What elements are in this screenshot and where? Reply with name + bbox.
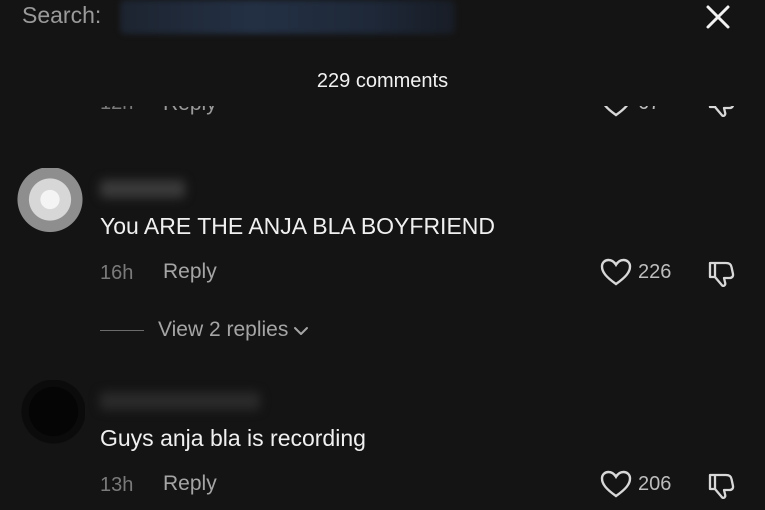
comment-text: You ARE THE ANJA BLA BOYFRIEND bbox=[100, 213, 496, 239]
like-count: 67 bbox=[638, 106, 660, 115]
like-count: 226 bbox=[638, 261, 672, 283]
avatar[interactable] bbox=[15, 168, 85, 238]
chevron-down-icon bbox=[294, 327, 309, 335]
search-label: Search: bbox=[22, 2, 102, 28]
clipped-comment-actions: 12h Reply 67 bbox=[0, 106, 765, 128]
comment-time: 13h bbox=[100, 474, 134, 496]
divider bbox=[100, 329, 144, 331]
reply-button[interactable]: Reply bbox=[163, 472, 217, 496]
thumbs-down-icon[interactable] bbox=[706, 470, 736, 500]
close-button[interactable] bbox=[703, 2, 733, 32]
comment-time: 16h bbox=[100, 262, 134, 284]
comment-text: Guys anja bla is recording bbox=[100, 425, 366, 451]
comments-panel: Search: 229 comments 12h Reply 67 You AR… bbox=[0, 0, 765, 510]
search-input[interactable] bbox=[120, 0, 455, 34]
close-icon bbox=[706, 5, 730, 29]
view-replies-label: View 2 replies bbox=[158, 318, 289, 341]
comment-time: 12h bbox=[100, 106, 133, 115]
like-count: 206 bbox=[638, 473, 672, 495]
username[interactable] bbox=[100, 180, 185, 198]
thumbs-down-icon[interactable] bbox=[706, 106, 736, 118]
view-replies-button[interactable]: View 2 replies bbox=[100, 318, 309, 342]
heart-icon[interactable] bbox=[600, 257, 632, 287]
avatar[interactable] bbox=[15, 380, 85, 450]
heart-icon[interactable] bbox=[600, 469, 632, 499]
comments-count: 229 comments bbox=[316, 70, 449, 92]
reply-button[interactable]: Reply bbox=[163, 260, 217, 284]
reply-button[interactable]: Reply bbox=[163, 106, 217, 116]
username[interactable] bbox=[100, 392, 260, 410]
thumbs-down-icon[interactable] bbox=[706, 258, 736, 288]
heart-icon[interactable] bbox=[600, 106, 632, 118]
